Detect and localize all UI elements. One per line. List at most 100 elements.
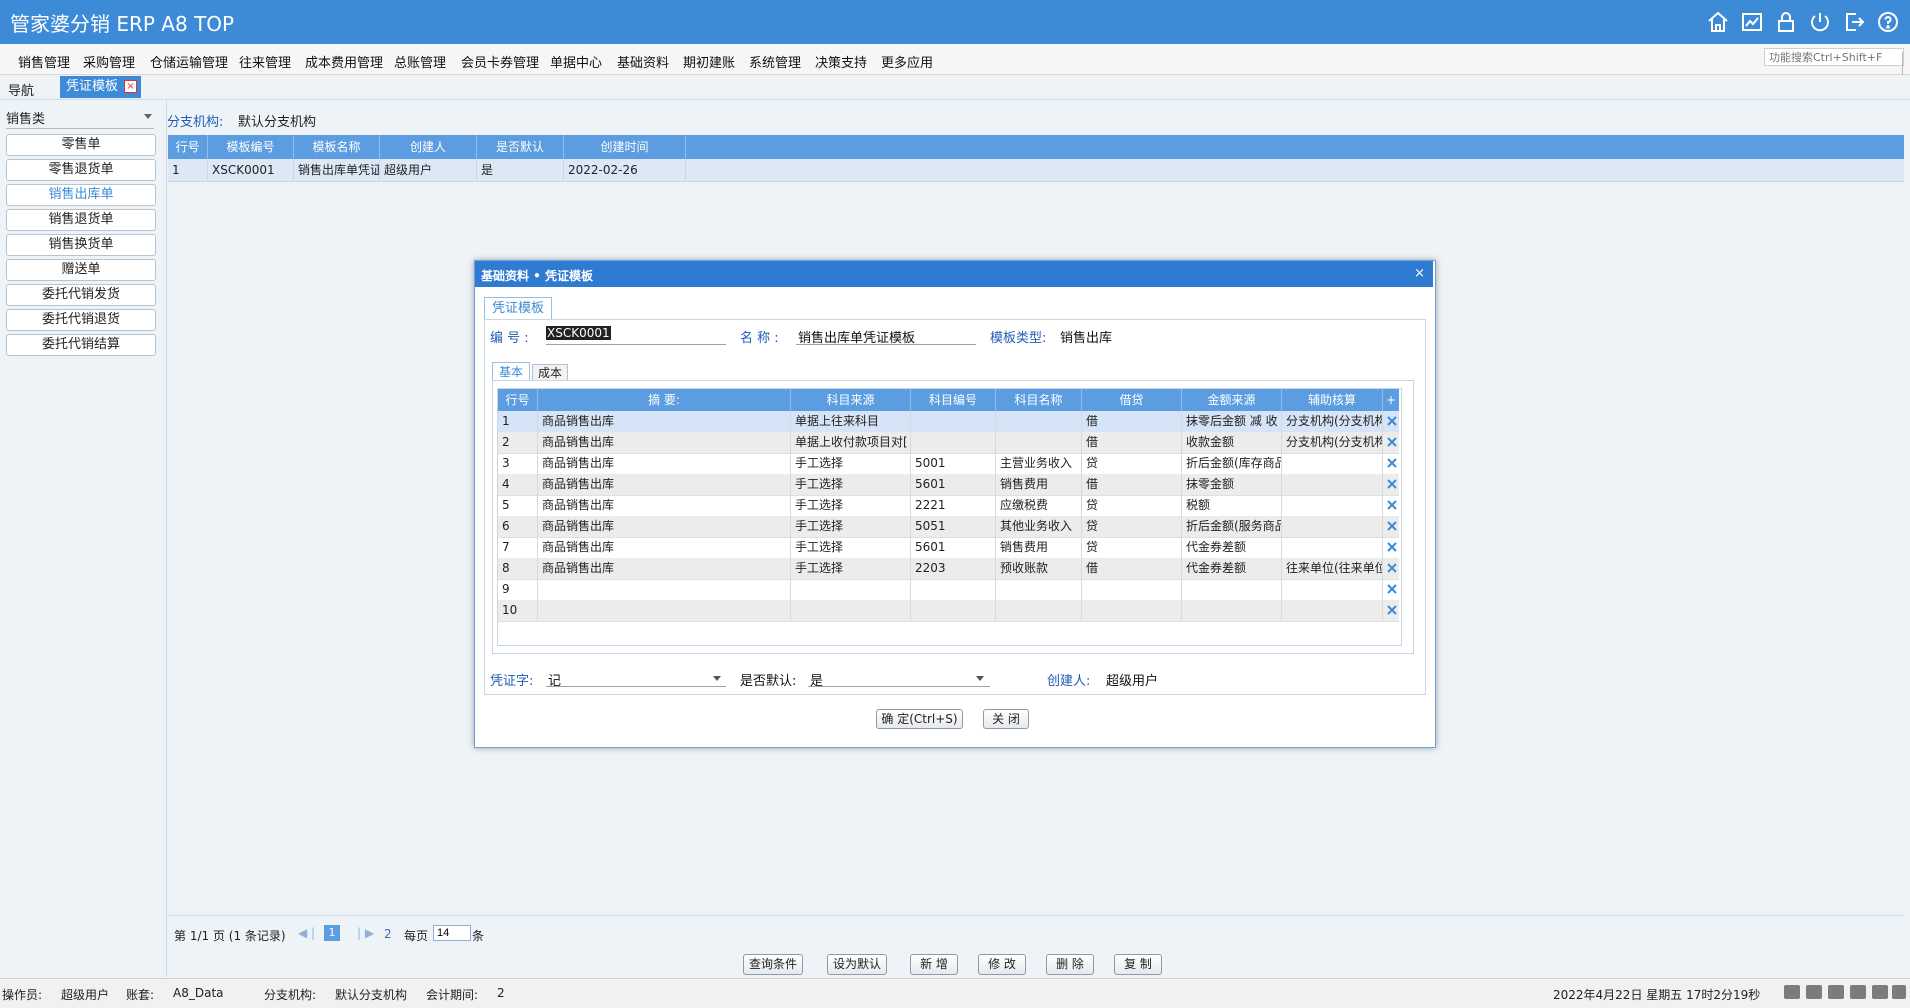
cell-subject-code[interactable]: 2221 <box>911 495 996 516</box>
cell-aux-accounting[interactable] <box>1282 495 1383 516</box>
delete-row-icon[interactable] <box>1386 604 1398 616</box>
cell-debit-credit[interactable]: 贷 <box>1082 453 1182 474</box>
cell-debit-credit[interactable]: 借 <box>1082 411 1182 432</box>
table-row[interactable]: 2 商品销售出库 单据上收付款项目对[借收款金额 分支机构(分支机构 <box>498 432 1399 454</box>
edit-button[interactable]: 修 改 <box>978 954 1026 975</box>
cell-aux-accounting[interactable] <box>1282 600 1383 621</box>
delete-row-icon[interactable] <box>1386 562 1398 574</box>
cell-amount-source[interactable]: 折后金额(库存商品 <box>1182 453 1282 474</box>
delete-row-icon[interactable] <box>1386 478 1398 490</box>
next-page-icon[interactable]: | ▶ <box>357 926 374 940</box>
cell-subject-code[interactable] <box>911 600 996 621</box>
current-page-button[interactable]: 1 <box>324 925 340 941</box>
cell-summary[interactable]: 商品销售出库 <box>538 432 791 453</box>
menu-sales[interactable]: 销售管理 <box>18 52 70 71</box>
cell-amount-source[interactable]: 代金券差额 <box>1182 558 1282 579</box>
delete-row-icon[interactable] <box>1386 415 1398 427</box>
menu-accounts[interactable]: 往来管理 <box>239 52 291 71</box>
table-row[interactable]: 8 商品销售出库 手工选择 2203 预收账款借代金券差额 往来单位(往来单位 <box>498 558 1399 580</box>
grid-view-icon[interactable] <box>1850 985 1866 999</box>
menu-basic-data[interactable]: 基础资料 <box>617 52 669 71</box>
cell-subject-name[interactable] <box>996 411 1082 432</box>
chart-icon[interactable] <box>1740 10 1764 34</box>
table-row[interactable]: 6 商品销售出库 手工选择 5051 其他业务收入贷折后金额(服务商品 <box>498 516 1399 538</box>
add-button[interactable]: 新 增 <box>910 954 958 975</box>
dialog-titlebar[interactable]: 基础资料 • 凭证模板 × <box>475 261 1433 287</box>
table-row[interactable]: 1 商品销售出库 单据上往来科目 借抹零后金额 减 收分支机构(分支机构 <box>498 411 1399 433</box>
cell-subject-code[interactable] <box>911 579 996 600</box>
cell-summary[interactable] <box>538 579 791 600</box>
is-default-select[interactable]: 是 <box>808 668 988 689</box>
cell-subject-code[interactable]: 5601 <box>911 537 996 558</box>
cell-subject-source[interactable]: 手工选择 <box>791 537 911 558</box>
cell-debit-credit[interactable]: 借 <box>1082 474 1182 495</box>
table-row[interactable]: 5 商品销售出库 手工选择 2221 应缴税费贷税额 <box>498 495 1399 517</box>
cell-subject-name[interactable]: 主营业务收入 <box>996 453 1082 474</box>
menu-cost[interactable]: 成本费用管理 <box>305 52 383 71</box>
add-row-button[interactable]: + <box>1383 389 1399 411</box>
cell-debit-credit[interactable] <box>1082 579 1182 600</box>
left-button-consign-ship[interactable]: 委托代销发货 <box>6 284 156 306</box>
left-button-sales-exchange[interactable]: 销售换货单 <box>6 234 156 256</box>
delete-row-icon[interactable] <box>1386 541 1398 553</box>
cell-aux-accounting[interactable] <box>1282 474 1383 495</box>
menu-warehouse[interactable]: 仓储运输管理 <box>150 52 228 71</box>
help-icon[interactable] <box>1876 10 1900 34</box>
copy-button[interactable]: 复 制 <box>1114 954 1162 975</box>
delete-button[interactable]: 删 除 <box>1046 954 1094 975</box>
cell-subject-code[interactable]: 2203 <box>911 558 996 579</box>
tab-basic[interactable]: 基本 <box>492 362 530 381</box>
cell-subject-code[interactable]: 5001 <box>911 453 996 474</box>
left-button-gift[interactable]: 赠送单 <box>6 259 156 281</box>
table-row[interactable]: 10 <box>498 600 1399 622</box>
left-button-consign-settle[interactable]: 委托代销结算 <box>6 334 156 356</box>
delete-row-icon[interactable] <box>1386 520 1398 532</box>
function-search-input[interactable] <box>1764 48 1904 66</box>
cell-debit-credit[interactable]: 贷 <box>1082 537 1182 558</box>
refresh-page-button[interactable]: 2 <box>384 927 392 941</box>
cell-debit-credit[interactable]: 借 <box>1082 558 1182 579</box>
cell-amount-source[interactable]: 税额 <box>1182 495 1282 516</box>
cell-amount-source[interactable]: 折后金额(服务商品 <box>1182 516 1282 537</box>
notes-icon[interactable] <box>1806 985 1822 999</box>
home-icon[interactable] <box>1706 10 1730 34</box>
category-select[interactable]: 销售类 <box>6 108 154 129</box>
cell-subject-source[interactable]: 手工选择 <box>791 495 911 516</box>
left-button-consign-return[interactable]: 委托代销退货 <box>6 309 156 331</box>
cell-subject-code[interactable] <box>911 411 996 432</box>
cell-subject-name[interactable] <box>996 579 1082 600</box>
cell-subject-name[interactable]: 应缴税费 <box>996 495 1082 516</box>
cell-aux-accounting[interactable]: 往来单位(往来单位 <box>1282 558 1383 579</box>
menu-documents[interactable]: 单据中心 <box>550 52 602 71</box>
cell-aux-accounting[interactable]: 分支机构(分支机构 <box>1282 411 1383 432</box>
cell-subject-source[interactable]: 手工选择 <box>791 516 911 537</box>
table-row[interactable]: 9 <box>498 579 1399 601</box>
menu-decision[interactable]: 决策支持 <box>815 52 867 71</box>
close-icon[interactable]: × <box>1414 266 1425 281</box>
prev-page-icon[interactable]: ◀ | <box>298 926 315 940</box>
cell-amount-source[interactable] <box>1182 579 1282 600</box>
close-icon[interactable]: × <box>124 80 138 93</box>
cell-subject-code[interactable] <box>911 432 996 453</box>
exit-icon[interactable] <box>1842 10 1866 34</box>
cell-subject-name[interactable]: 其他业务收入 <box>996 516 1082 537</box>
cell-summary[interactable] <box>538 600 791 621</box>
cell-amount-source[interactable] <box>1182 600 1282 621</box>
cell-subject-name[interactable] <box>996 432 1082 453</box>
query-conditions-button[interactable]: 查询条件 <box>743 954 803 975</box>
cell-aux-accounting[interactable] <box>1282 453 1383 474</box>
cell-subject-code[interactable]: 5601 <box>911 474 996 495</box>
left-button-sales-outbound[interactable]: 销售出库单 <box>6 184 156 206</box>
cell-subject-source[interactable]: 手工选择 <box>791 558 911 579</box>
lock-icon[interactable] <box>1774 10 1798 34</box>
cell-summary[interactable]: 商品销售出库 <box>538 537 791 558</box>
cell-subject-source[interactable]: 手工选择 <box>791 453 911 474</box>
delete-row-icon[interactable] <box>1386 499 1398 511</box>
set-default-button[interactable]: 设为默认 <box>827 954 887 975</box>
cell-summary[interactable]: 商品销售出库 <box>538 411 791 432</box>
message-icon[interactable] <box>1784 985 1800 999</box>
cell-amount-source[interactable]: 收款金额 <box>1182 432 1282 453</box>
code-input[interactable]: XSCK0001 <box>546 326 724 344</box>
cell-summary[interactable]: 商品销售出库 <box>538 558 791 579</box>
more-icon[interactable] <box>1892 985 1906 999</box>
